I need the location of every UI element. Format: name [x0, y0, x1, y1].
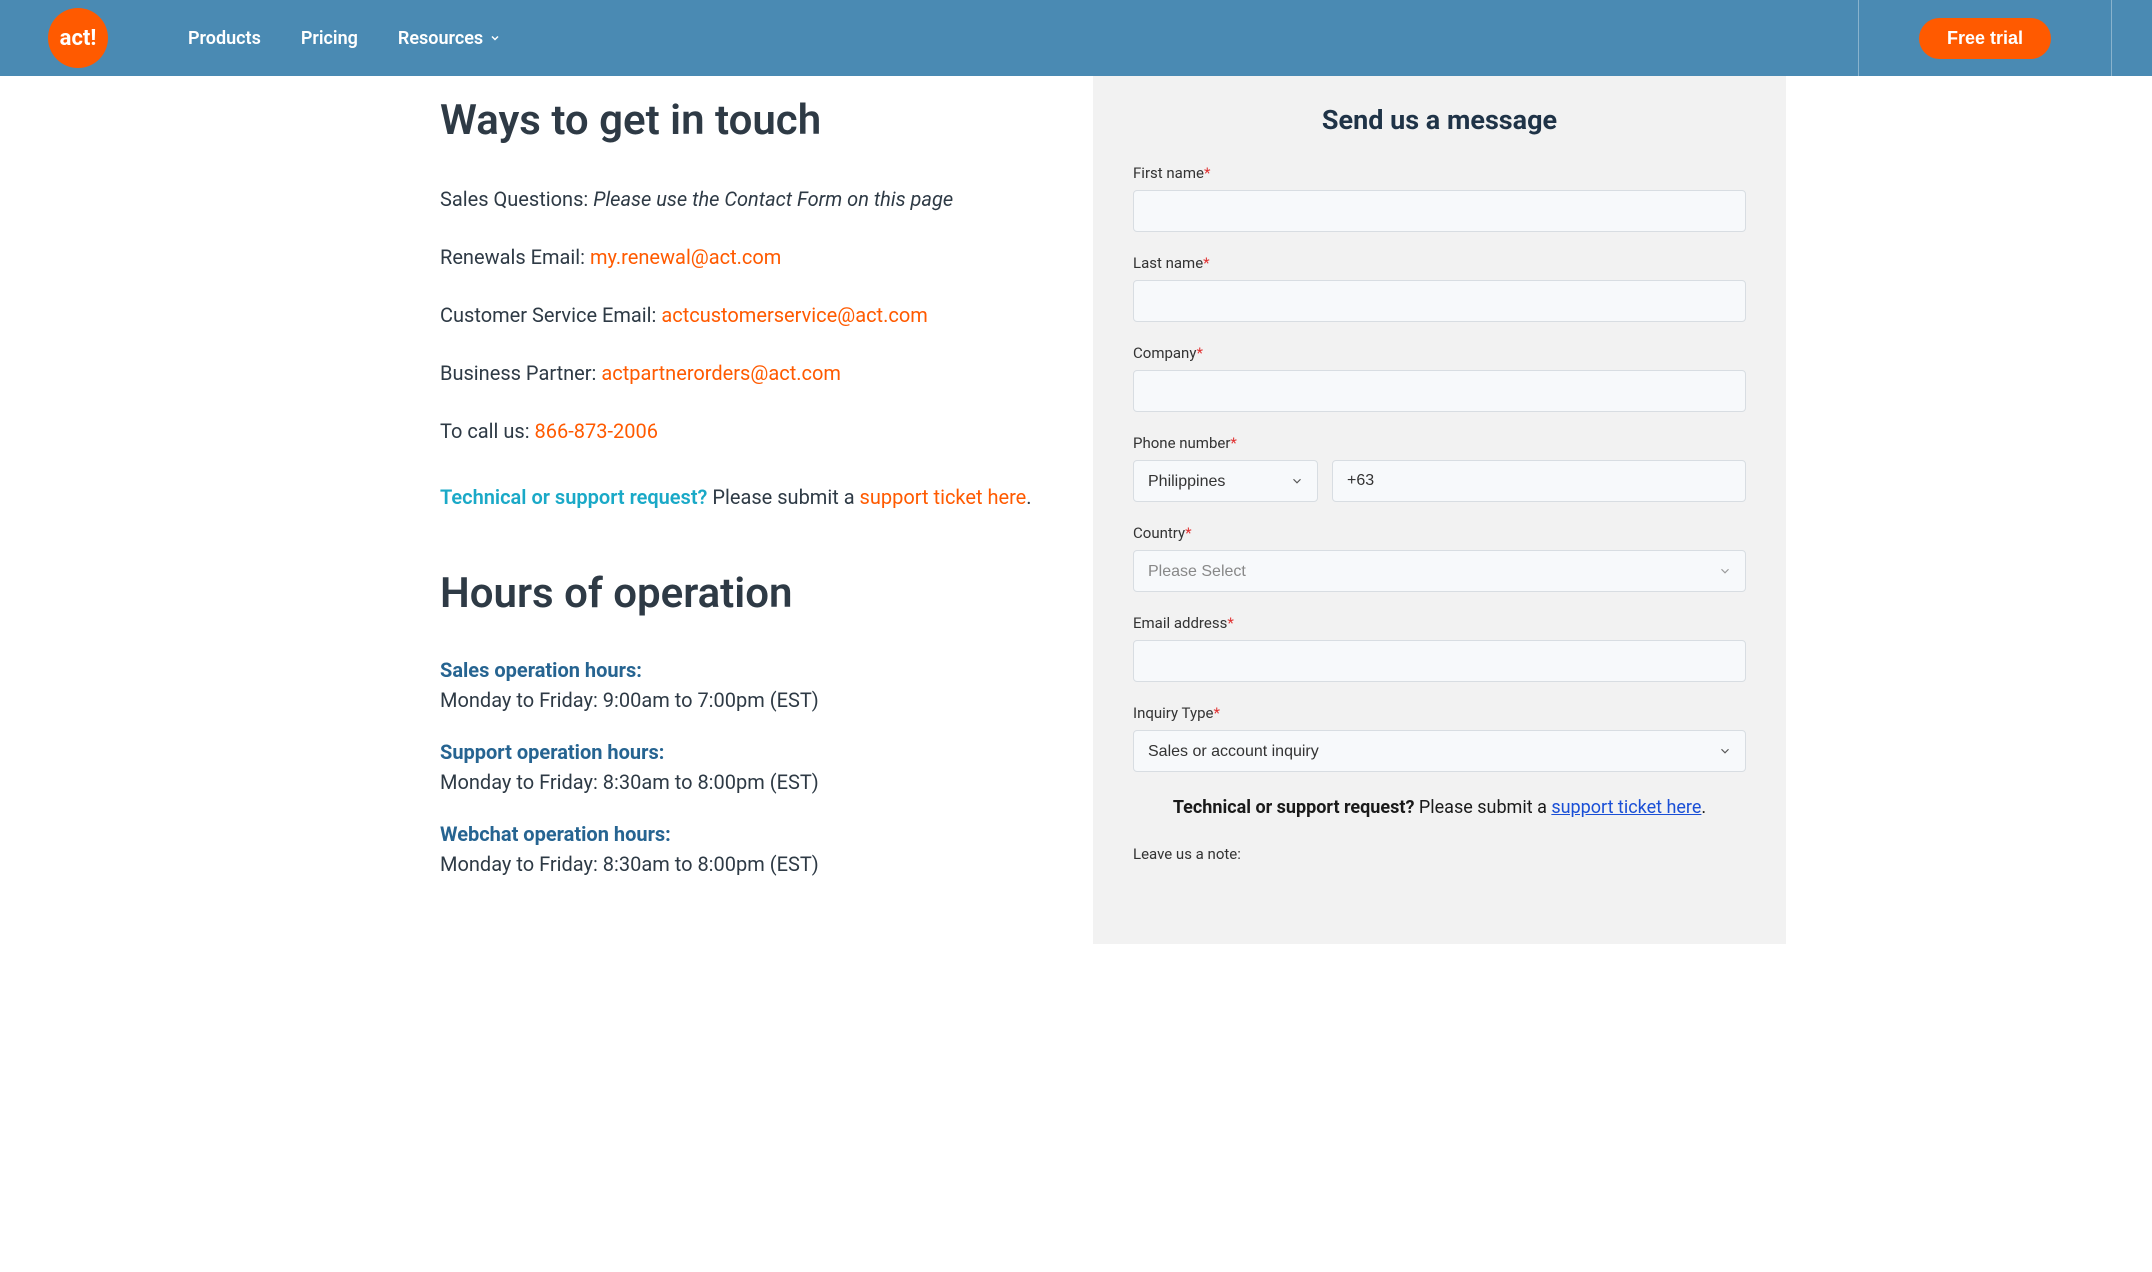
email-label: Email address*: [1133, 614, 1746, 632]
nav-label: Resources: [398, 28, 483, 49]
support-note: Technical or support request? Please sub…: [1133, 794, 1746, 821]
inquiry-label: Inquiry Type*: [1133, 704, 1746, 722]
country-label: Country*: [1133, 524, 1746, 542]
first-name-field: First name*: [1133, 164, 1746, 232]
renewals-email-link[interactable]: my.renewal@act.com: [590, 245, 781, 269]
customer-service-line: Customer Service Email: actcustomerservi…: [440, 301, 1053, 329]
main-nav: Products Pricing Resources: [188, 28, 501, 49]
phone-field: Phone number* Philippines: [1133, 434, 1746, 502]
support-hours: Support operation hours: Monday to Frida…: [440, 740, 1053, 794]
renewals-line: Renewals Email: my.renewal@act.com: [440, 243, 1053, 271]
text: Please use the Contact Form on this page: [593, 187, 953, 211]
nav-products[interactable]: Products: [188, 28, 261, 49]
note-bold: Technical or support request?: [1173, 797, 1415, 818]
email-field: Email address*: [1133, 614, 1746, 682]
nav-label: Products: [188, 28, 261, 49]
business-partner-email-link[interactable]: actpartnerorders@act.com: [601, 361, 841, 385]
hours-text: Monday to Friday: 8:30am to 8:00pm (EST): [440, 770, 1053, 794]
tech-heading: Technical or support request?: [440, 485, 707, 509]
leave-note-field: Leave us a note:: [1133, 845, 1746, 863]
business-partner-line: Business Partner: actpartnerorders@act.c…: [440, 359, 1053, 387]
inquiry-type-select[interactable]: Sales or account inquiry: [1133, 730, 1746, 772]
customer-service-email-link[interactable]: actcustomerservice@act.com: [661, 303, 927, 327]
hours-title: Hours of operation: [440, 569, 1053, 618]
inquiry-field: Inquiry Type* Sales or account inquiry: [1133, 704, 1746, 772]
logo[interactable]: act!: [48, 8, 108, 68]
company-field: Company*: [1133, 344, 1746, 412]
last-name-label: Last name*: [1133, 254, 1746, 272]
technical-support-line: Technical or support request? Please sub…: [440, 485, 1053, 509]
ways-title: Ways to get in touch: [440, 96, 1053, 145]
header: act! Products Pricing Resources Free tri…: [0, 0, 2152, 76]
first-name-input[interactable]: [1133, 190, 1746, 232]
hours-heading: Support operation hours:: [440, 740, 1053, 764]
label: To call us:: [440, 419, 535, 443]
form-title: Send us a message: [1133, 104, 1746, 136]
hours-text: Monday to Friday: 8:30am to 8:00pm (EST): [440, 852, 1053, 876]
hours-heading: Webchat operation hours:: [440, 822, 1053, 846]
header-right: Free trial: [1858, 0, 2112, 76]
hours-text: Monday to Friday: 9:00am to 7:00pm (EST): [440, 688, 1053, 712]
phone-country-select[interactable]: Philippines: [1133, 460, 1318, 502]
first-name-label: First name*: [1133, 164, 1746, 182]
phone-link[interactable]: 866-873-2006: [535, 419, 658, 443]
contact-form: Send us a message First name* Last name*…: [1093, 76, 1786, 944]
leave-note-label: Leave us a note:: [1133, 845, 1746, 863]
chevron-down-icon: [489, 32, 501, 44]
hours-heading: Sales operation hours:: [440, 658, 1053, 682]
left-column: Ways to get in touch Sales Questions: Pl…: [366, 76, 1093, 944]
main: Ways to get in touch Sales Questions: Pl…: [366, 76, 1786, 944]
divider: [2111, 0, 2112, 76]
label: Sales Questions:: [440, 187, 593, 211]
period: .: [1026, 485, 1031, 509]
country-select[interactable]: Please Select: [1133, 550, 1746, 592]
text: Please submit a: [707, 485, 859, 509]
phone-number-input[interactable]: [1332, 460, 1746, 502]
company-label: Company*: [1133, 344, 1746, 362]
label: Renewals Email:: [440, 245, 590, 269]
support-ticket-link-form[interactable]: support ticket here: [1551, 797, 1701, 818]
logo-text: act!: [60, 26, 97, 51]
sales-hours: Sales operation hours: Monday to Friday:…: [440, 658, 1053, 712]
nav-label: Pricing: [301, 28, 358, 49]
free-trial-button[interactable]: Free trial: [1919, 18, 2051, 59]
phone-label: Phone number*: [1133, 434, 1746, 452]
webchat-hours: Webchat operation hours: Monday to Frida…: [440, 822, 1053, 876]
last-name-field: Last name*: [1133, 254, 1746, 322]
nav-pricing[interactable]: Pricing: [301, 28, 358, 49]
label: Business Partner:: [440, 361, 601, 385]
company-input[interactable]: [1133, 370, 1746, 412]
note-text: Please submit a: [1414, 797, 1551, 818]
email-input[interactable]: [1133, 640, 1746, 682]
nav-resources[interactable]: Resources: [398, 28, 501, 49]
label: Customer Service Email:: [440, 303, 661, 327]
support-ticket-link[interactable]: support ticket here: [860, 485, 1027, 509]
period: .: [1701, 797, 1706, 818]
country-field: Country* Please Select: [1133, 524, 1746, 592]
call-line: To call us: 866-873-2006: [440, 417, 1053, 445]
last-name-input[interactable]: [1133, 280, 1746, 322]
sales-line: Sales Questions: Please use the Contact …: [440, 185, 1053, 213]
